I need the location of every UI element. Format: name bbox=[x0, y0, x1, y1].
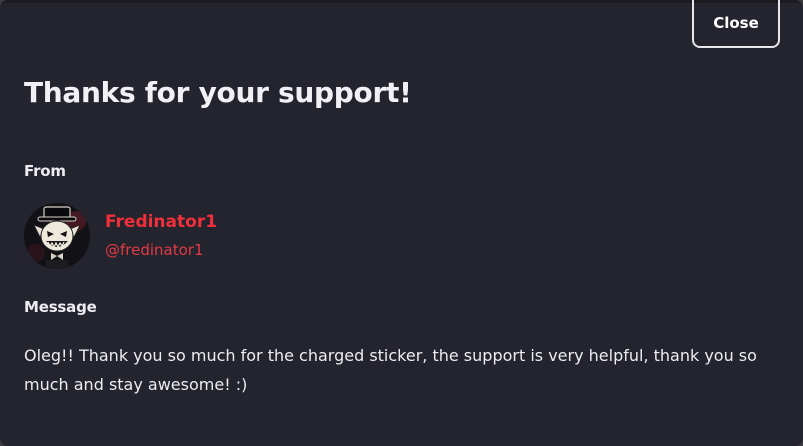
support-thanks-dialog: Close Thanks for your support! From Fred… bbox=[0, 0, 803, 446]
sender-text: Fredinator1 @fredinator1 bbox=[105, 211, 217, 261]
close-button[interactable]: Close bbox=[692, 0, 780, 48]
sender-info: Fredinator1 @fredinator1 bbox=[24, 203, 217, 269]
sender-display-name[interactable]: Fredinator1 bbox=[105, 211, 217, 233]
avatar[interactable] bbox=[24, 203, 90, 269]
message-text: Oleg!! Thank you so much for the charged… bbox=[24, 346, 757, 394]
dialog-top-edge bbox=[0, 0, 803, 3]
dialog-title: Thanks for your support! bbox=[24, 76, 412, 109]
from-label: From bbox=[24, 162, 66, 180]
sender-handle[interactable]: @fredinator1 bbox=[105, 239, 217, 261]
avatar-image bbox=[24, 203, 90, 269]
message-label: Message bbox=[24, 298, 97, 316]
